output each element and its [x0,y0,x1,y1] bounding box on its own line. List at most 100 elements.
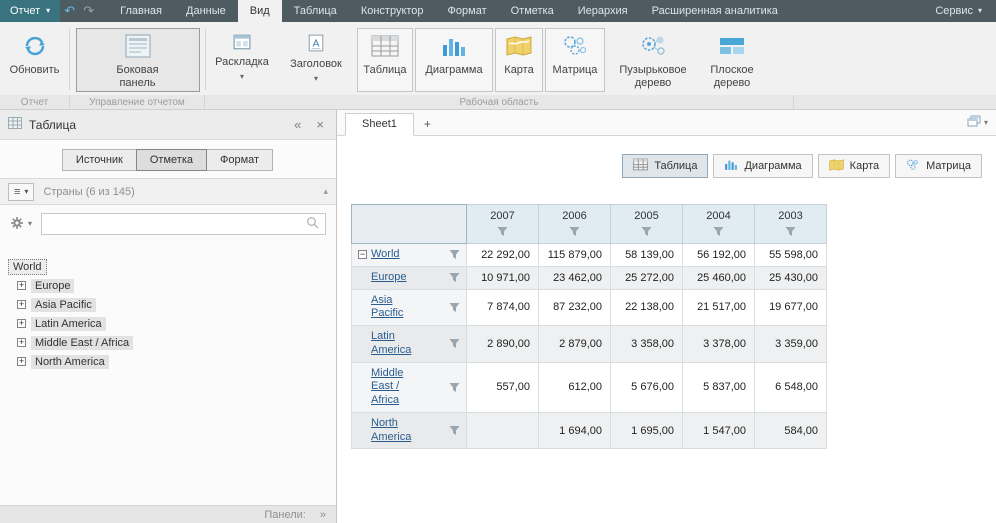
filter-icon[interactable] [713,226,724,237]
table-cell[interactable]: 22 138,00 [611,289,683,326]
table-cell[interactable]: 2 879,00 [539,326,611,363]
menu-tab-otmetka[interactable]: Отметка [499,0,566,22]
tree-item-label[interactable]: Asia Pacific [31,298,96,312]
table-cell[interactable]: 557,00 [467,362,539,412]
tree-item-label[interactable]: World [8,259,47,275]
row-link[interactable]: Asia Pacific [371,294,427,322]
expand-icon[interactable]: + [17,319,26,328]
bubble-tree-button[interactable]: Пузырьковое дерево [610,28,696,92]
row-link[interactable]: Europe [371,271,406,285]
row-header[interactable]: North America [352,412,467,449]
column-header-2007[interactable]: 2007 [467,205,539,244]
table-cell[interactable]: 612,00 [539,362,611,412]
table-cell[interactable]: 3 358,00 [611,326,683,363]
tree-item-middle-east-africa[interactable]: + Middle East / Africa [8,333,328,352]
tree-item-label[interactable]: North America [31,355,109,369]
table-cell[interactable]: 25 430,00 [755,266,827,289]
close-icon[interactable]: × [312,117,328,132]
collapse-panel-icon[interactable]: « [290,117,305,132]
table-cell[interactable]: 1 547,00 [683,412,755,449]
table-cell[interactable]: 3 378,00 [683,326,755,363]
expand-icon[interactable]: + [17,281,26,290]
table-cell[interactable]: 19 677,00 [755,289,827,326]
view-chart-button[interactable]: Диаграмма [713,154,812,178]
table-cell[interactable]: 10 971,00 [467,266,539,289]
menu-button[interactable]: ≡ ▾ [8,183,34,201]
filter-icon[interactable] [497,226,508,237]
row-header[interactable]: Latin America [352,326,467,363]
map-view-button[interactable]: Карта [495,28,543,92]
table-cell[interactable]: 1 695,00 [611,412,683,449]
row-link[interactable]: Middle East / Africa [371,367,427,408]
table-cell[interactable]: 6 548,00 [755,362,827,412]
row-header[interactable]: Middle East / Africa [352,362,467,412]
menu-tab-format[interactable]: Формат [436,0,499,22]
collapse-icon[interactable]: − [358,250,367,259]
report-menu-button[interactable]: Отчет ▾ [0,0,60,22]
window-layout-button[interactable]: ▾ [967,115,988,135]
redo-button[interactable]: ↷ [79,0,98,22]
table-cell[interactable]: 22 292,00 [467,244,539,267]
table-cell[interactable]: 25 272,00 [611,266,683,289]
service-menu-button[interactable]: Сервис ▾ [921,0,996,22]
side-panel-button[interactable]: Боковая панель [76,28,200,92]
row-header[interactable]: − World [352,244,467,267]
add-sheet-button[interactable]: + [414,113,441,135]
table-cell[interactable]: 115 879,00 [539,244,611,267]
flat-tree-button[interactable]: Плоское дерево [698,28,766,92]
sheet-tab[interactable]: Sheet1 [345,113,414,136]
column-header-2005[interactable]: 2005 [611,205,683,244]
expand-icon[interactable]: + [17,357,26,366]
row-link[interactable]: Latin America [371,330,427,358]
filter-icon[interactable] [785,226,796,237]
tree-item-north-america[interactable]: + North America [8,352,328,371]
row-link[interactable]: North America [371,417,427,445]
table-cell[interactable]: 21 517,00 [683,289,755,326]
filter-icon[interactable] [449,425,460,436]
matrix-view-button[interactable]: Матрица [545,28,605,92]
view-map-button[interactable]: Карта [818,154,890,178]
filter-icon[interactable] [569,226,580,237]
view-table-button[interactable]: Таблица [622,154,708,178]
table-cell[interactable]: 58 139,00 [611,244,683,267]
menu-tab-ierarhiya[interactable]: Иерархия [566,0,640,22]
filter-icon[interactable] [449,382,460,393]
menu-tab-dannye[interactable]: Данные [174,0,238,22]
menu-tab-analitika[interactable]: Расширенная аналитика [640,0,790,22]
table-cell[interactable]: 584,00 [755,412,827,449]
table-cell[interactable]: 25 460,00 [683,266,755,289]
undo-button[interactable]: ↶ [60,0,79,22]
tree-item-latin-america[interactable]: + Latin America [8,314,328,333]
table-cell[interactable]: 7 874,00 [467,289,539,326]
menu-tab-konstruktor[interactable]: Конструктор [349,0,436,22]
tree-item-label[interactable]: Europe [31,279,74,293]
column-header-2006[interactable]: 2006 [539,205,611,244]
column-header-2003[interactable]: 2003 [755,205,827,244]
layout-button[interactable]: Раскладка ▾ [206,28,278,92]
title-button[interactable]: A Заголовок ▾ [280,28,352,92]
table-cell[interactable]: 55 598,00 [755,244,827,267]
panels-expand-icon[interactable]: » [320,509,326,521]
column-header-2004[interactable]: 2004 [683,205,755,244]
filter-icon[interactable] [449,272,460,283]
dimension-section-header[interactable]: ≡ ▾ Страны (6 из 145) ▴ [0,178,336,205]
filter-icon[interactable] [449,338,460,349]
tree-item-europe[interactable]: + Europe [8,276,328,295]
expand-icon[interactable]: + [17,300,26,309]
collapse-section-icon[interactable]: ▴ [323,186,328,197]
chart-view-button[interactable]: Диаграмма [415,28,493,92]
view-matrix-button[interactable]: Матрица [895,154,982,178]
tab-otmetka[interactable]: Отметка [136,149,207,171]
table-cell[interactable]: 5 837,00 [683,362,755,412]
filter-icon[interactable] [449,302,460,313]
filter-icon[interactable] [449,249,460,260]
table-cell[interactable]: 1 694,00 [539,412,611,449]
table-cell[interactable]: 5 676,00 [611,362,683,412]
menu-tab-vid[interactable]: Вид [238,0,282,22]
table-cell[interactable]: 2 890,00 [467,326,539,363]
tree-item-label[interactable]: Latin America [31,317,106,331]
refresh-button[interactable]: Обновить [4,28,66,92]
tab-format[interactable]: Формат [206,149,273,171]
tab-istochnik[interactable]: Источник [62,149,137,171]
table-cell[interactable]: 87 232,00 [539,289,611,326]
